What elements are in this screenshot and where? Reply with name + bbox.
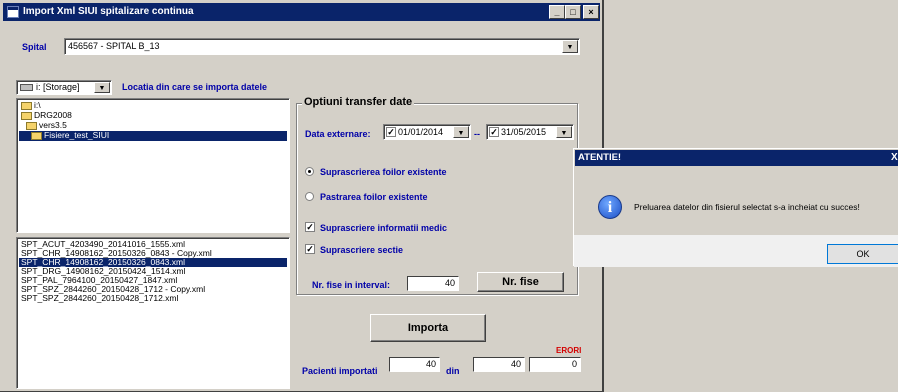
folder-open-icon: [26, 121, 37, 130]
import-window: Import Xml SIUI spitalizare continua _ □…: [0, 0, 604, 392]
chevron-down-icon[interactable]: ▼: [453, 126, 469, 138]
errors-count-field[interactable]: 0: [529, 357, 581, 372]
date-to-picker[interactable]: ✓ 31/05/2015 ▼: [486, 124, 574, 140]
checkbox-sectie[interactable]: ✓: [305, 244, 315, 254]
spital-select[interactable]: 456567 - SPITAL B_13 ▼: [64, 38, 580, 55]
date-from-picker[interactable]: ✓ 01/01/2014 ▼: [383, 124, 471, 140]
imported-count-field[interactable]: 40: [389, 357, 440, 372]
chevron-down-icon[interactable]: ▼: [556, 126, 572, 138]
date-from-value: 01/01/2014: [398, 127, 444, 137]
radio-keep-label[interactable]: Pastrarea foilor existente: [320, 192, 428, 202]
folder-open-icon: [21, 111, 32, 120]
date-to-checkbox[interactable]: ✓: [489, 127, 499, 137]
app-icon: [7, 6, 19, 18]
folder-icon: [21, 101, 32, 110]
radio-keep[interactable]: [305, 192, 314, 201]
maximize-button[interactable]: □: [565, 5, 581, 19]
message-dialog: ATENTIE! X i Preluarea datelor din fisie…: [573, 148, 898, 267]
options-group-title: Optiuni transfer date: [302, 96, 415, 108]
dialog-message: Preluarea datelor din fisierul selectat …: [634, 202, 860, 212]
pacienti-label: Pacienti importati: [302, 366, 378, 376]
dialog-title: ATENTIE!: [578, 152, 622, 163]
din-label: din: [446, 366, 460, 376]
ok-button[interactable]: OK: [827, 244, 898, 264]
drive-caption: Locatia din care se importa datele: [122, 82, 268, 92]
window-title: Import Xml SIUI spitalizare continua: [23, 6, 194, 17]
file-item[interactable]: SPT_SPZ_2844260_20150428_1712.xml: [19, 294, 287, 303]
window-titlebar[interactable]: Import Xml SIUI spitalizare continua _ □…: [3, 3, 600, 21]
info-icon: i: [598, 195, 622, 219]
nr-fise-label: Nr. fise in interval:: [312, 280, 391, 290]
radio-overwrite-label[interactable]: Suprascrierea foilor existente: [320, 167, 447, 177]
dialog-titlebar[interactable]: ATENTIE! X: [575, 150, 898, 166]
drive-select[interactable]: i: [Storage] ▼: [16, 80, 112, 95]
minimize-button[interactable]: _: [549, 5, 565, 19]
total-count-field[interactable]: 40: [473, 357, 525, 372]
close-button[interactable]: ×: [583, 5, 599, 19]
nr-fise-button[interactable]: Nr. fise: [477, 272, 564, 292]
checkbox-medic[interactable]: ✓: [305, 222, 315, 232]
radio-overwrite[interactable]: [305, 167, 314, 176]
dialog-close-button[interactable]: X: [891, 152, 898, 163]
checkbox-medic-label[interactable]: Suprascriere informatii medic: [320, 223, 447, 233]
data-externare-label: Data externare:: [305, 129, 371, 139]
folder-list[interactable]: i:\ DRG2008 vers3.5 Fisiere_test_SIUI: [16, 98, 290, 233]
nr-fise-field[interactable]: 40: [407, 276, 459, 291]
chevron-down-icon[interactable]: ▼: [94, 82, 110, 93]
spital-label: Spital: [22, 42, 47, 52]
erori-label: ERORI: [556, 346, 582, 355]
date-from-checkbox[interactable]: ✓: [386, 127, 396, 137]
chevron-down-icon[interactable]: ▼: [562, 40, 578, 53]
drive-icon: [20, 84, 33, 91]
file-list[interactable]: SPT_ACUT_4203490_20141016_1555.xml SPT_C…: [16, 237, 290, 389]
spital-select-value: 456567 - SPITAL B_13: [68, 41, 160, 51]
checkbox-sectie-label[interactable]: Suprascriere sectie: [320, 245, 403, 255]
date-to-value: 31/05/2015: [501, 127, 547, 137]
drive-select-value: i: [Storage]: [36, 82, 80, 92]
import-button[interactable]: Importa: [370, 314, 486, 342]
folder-item-selected[interactable]: Fisiere_test_SIUI: [19, 131, 287, 141]
folder-open-icon: [31, 131, 42, 140]
date-separator: --: [474, 129, 480, 139]
